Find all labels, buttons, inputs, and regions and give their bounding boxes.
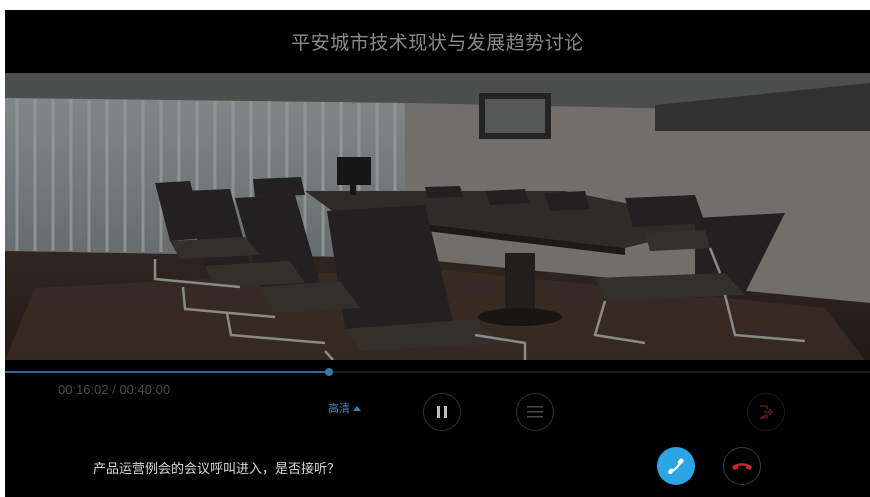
menu-button[interactable] (516, 393, 554, 431)
incoming-call-prompt: 产品运营例会的会议呼叫进入，是否接听？ (93, 462, 341, 477)
pause-icon (437, 406, 447, 418)
progress-bar[interactable] (5, 368, 870, 376)
title-bar: 平安城市技术现状与发展趋势讨论 (5, 10, 870, 73)
hang-up-button[interactable] (723, 447, 761, 485)
meeting-title: 平安城市技术现状与发展趋势讨论 (291, 32, 584, 54)
exit-meeting-button[interactable] (747, 393, 785, 431)
conference-room-video-frame (5, 73, 870, 360)
quality-selector[interactable]: 高清 (328, 400, 361, 416)
list-menu-icon (527, 406, 543, 418)
progress-fill (5, 371, 329, 373)
quality-label: 高清 (328, 402, 350, 415)
phone-hangup-icon (732, 463, 752, 470)
exit-icon (759, 405, 774, 419)
answer-call-button[interactable] (657, 447, 695, 485)
video-view[interactable] (5, 73, 870, 360)
phone-answer-icon (668, 458, 684, 475)
pause-button[interactable] (423, 393, 461, 431)
meeting-frame: 平安城市技术现状与发展趋势讨论 00:16:02 / 00:40:00 高清 产… (5, 10, 870, 497)
progress-handle[interactable] (324, 368, 333, 376)
playback-time: 00:16:02 / 00:40:00 (58, 382, 171, 397)
caret-up-icon (353, 405, 361, 411)
